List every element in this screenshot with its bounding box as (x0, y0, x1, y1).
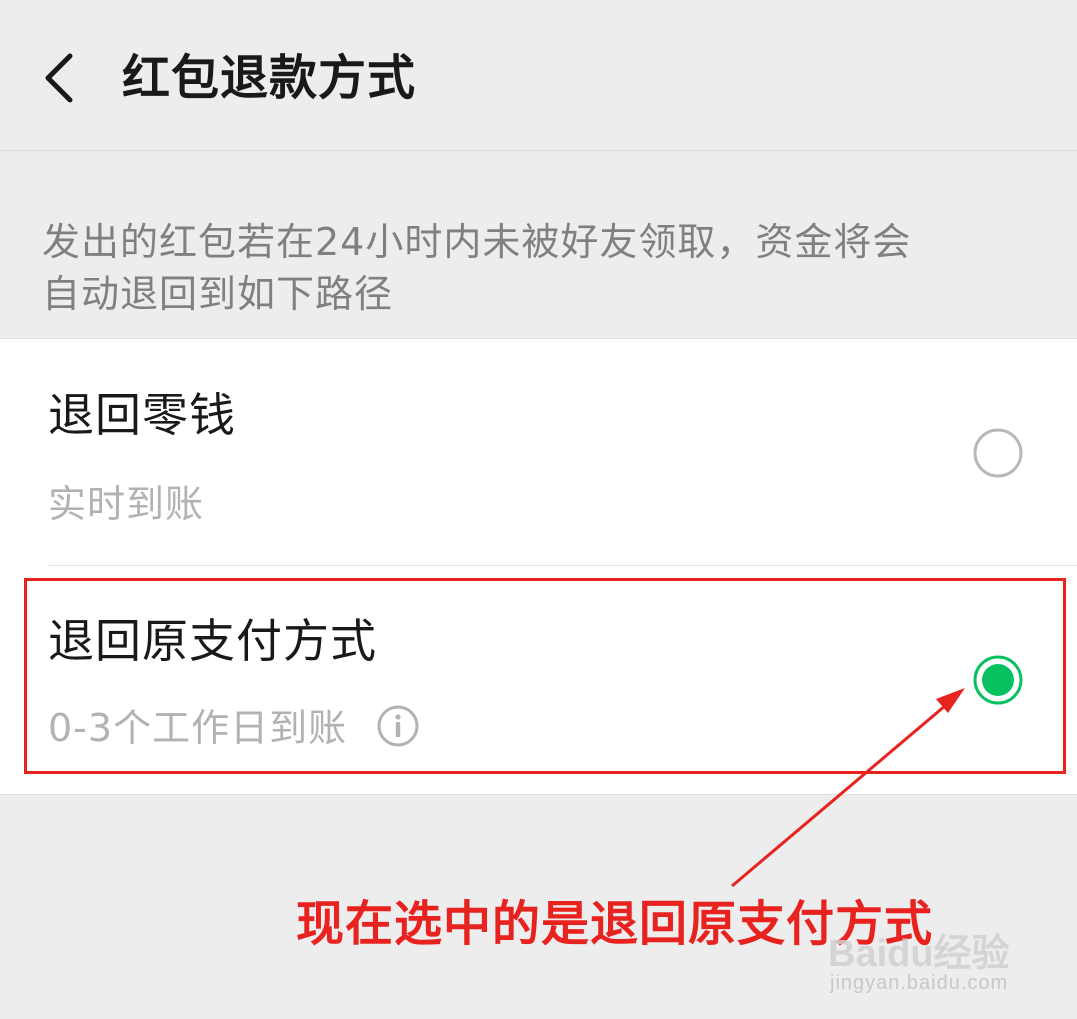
option-title: 退回零钱 (48, 388, 236, 442)
option-refund-to-balance[interactable]: 退回零钱 实时到账 (0, 339, 1077, 566)
refund-options-list: 退回零钱 实时到账 退回原支付方式 0-3个工作日到账 (0, 338, 1077, 795)
option-subtitle: 0-3个工作日到账 (48, 706, 348, 750)
back-arrow-icon[interactable] (40, 50, 80, 106)
watermark-url: jingyan.baidu.com (830, 972, 1009, 994)
divider (48, 565, 1077, 566)
radio-checked-icon[interactable] (972, 654, 1024, 706)
refund-description: 发出的红包若在24小时内未被好友领取，资金将会自动退回到如下路径 (42, 220, 912, 316)
option-subtitle: 实时到账 (48, 482, 205, 526)
svg-text:Baidu经验: Baidu经验 (828, 933, 1010, 975)
option-refund-to-original-payment[interactable]: 退回原支付方式 0-3个工作日到账 (0, 567, 1077, 794)
page-title: 红包退款方式 (122, 50, 417, 106)
option-title: 退回原支付方式 (48, 614, 377, 668)
nav-bar: 红包退款方式 (0, 0, 1077, 151)
radio-unchecked-icon[interactable] (972, 427, 1024, 479)
info-icon[interactable] (376, 704, 420, 748)
